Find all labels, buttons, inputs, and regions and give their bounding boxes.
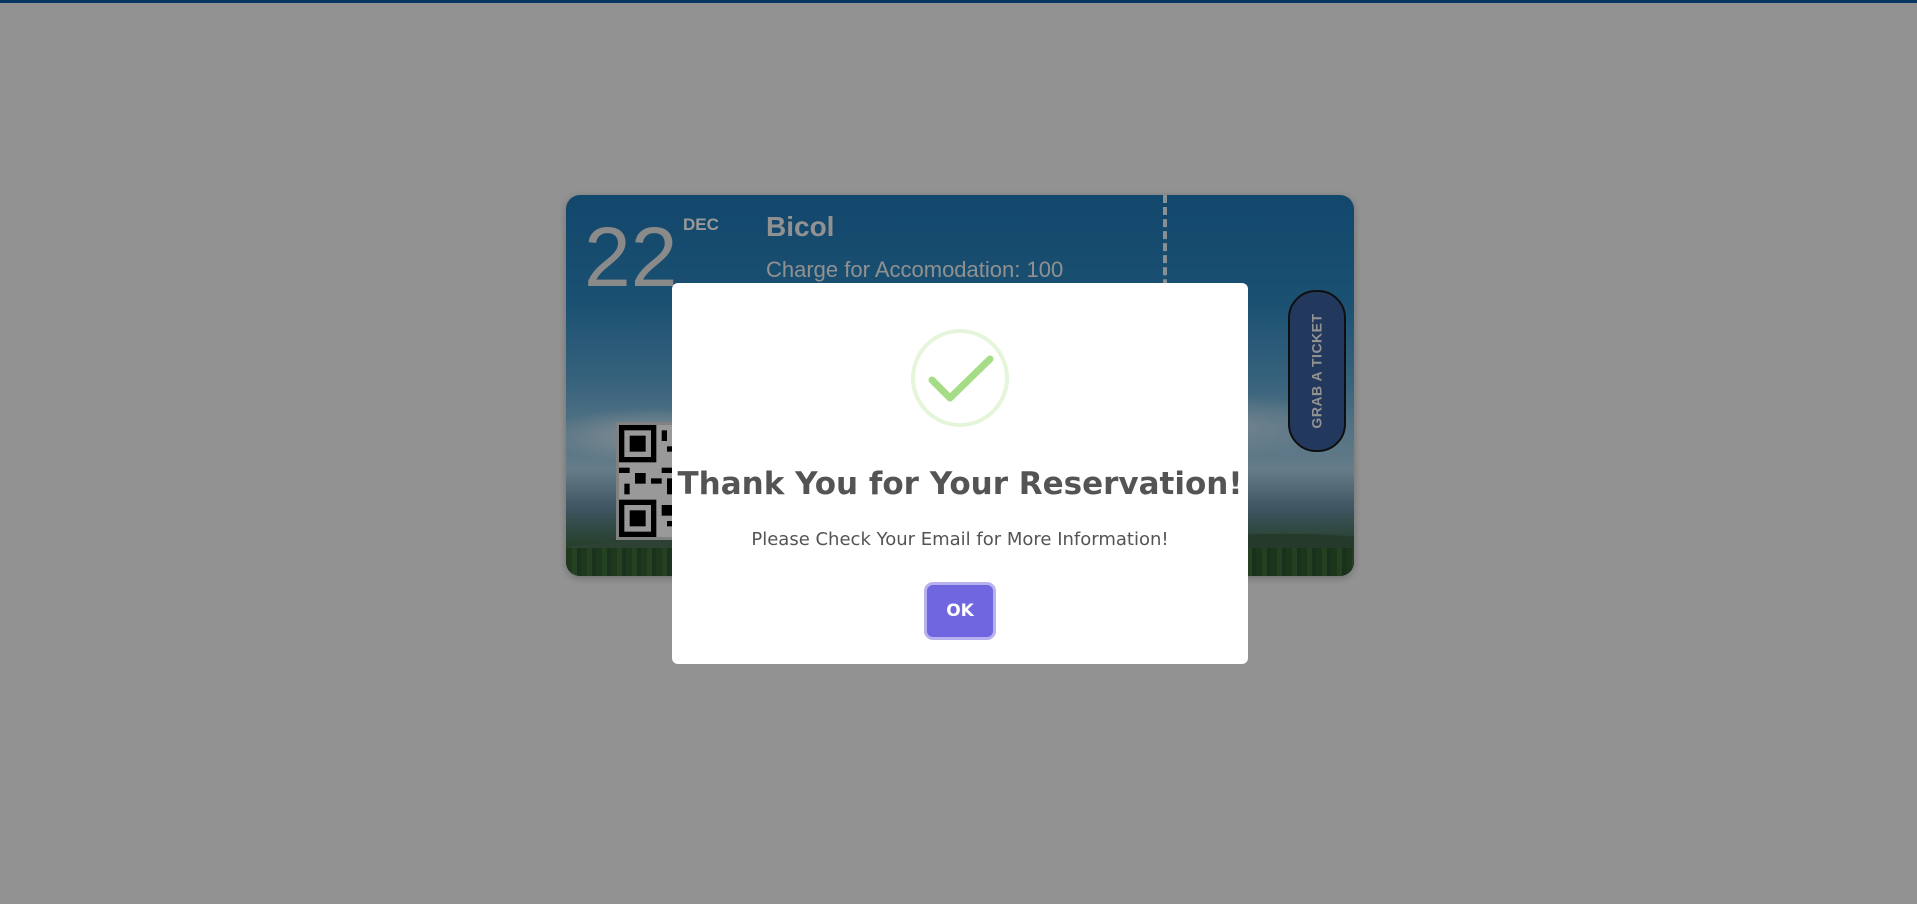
dialog-message: Please Check Your Email for More Informa… bbox=[751, 529, 1169, 550]
success-check-icon bbox=[910, 328, 1010, 428]
reservation-success-dialog: Thank You for Your Reservation! Please C… bbox=[672, 283, 1248, 664]
ok-button[interactable]: OK bbox=[927, 585, 993, 637]
dialog-title: Thank You for Your Reservation! bbox=[677, 466, 1243, 502]
